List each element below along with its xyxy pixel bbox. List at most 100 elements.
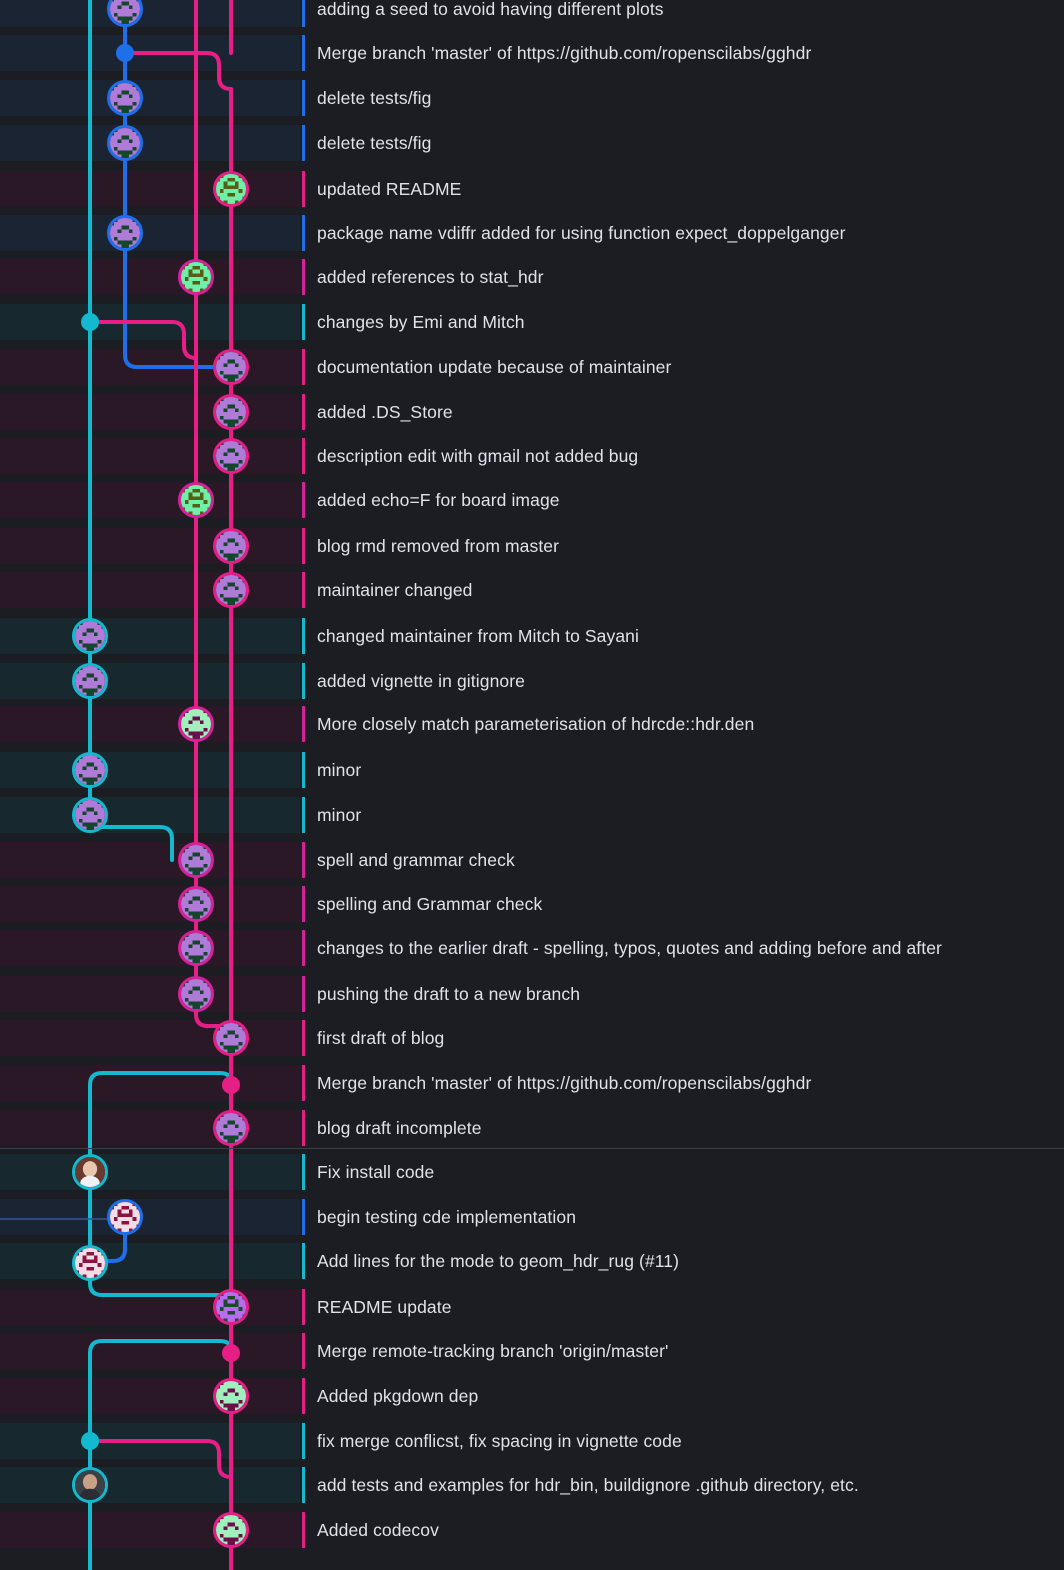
commit-message[interactable]: minor bbox=[317, 797, 361, 833]
commit-row[interactable]: Merge branch 'master' of https://github.… bbox=[0, 1065, 1064, 1101]
commit-row[interactable]: changes by Emi and Mitch bbox=[0, 304, 1064, 340]
commit-author-avatar[interactable] bbox=[213, 349, 249, 385]
commit-author-avatar[interactable] bbox=[213, 528, 249, 564]
commit-author-avatar[interactable] bbox=[178, 482, 214, 518]
commit-message[interactable]: spelling and Grammar check bbox=[317, 886, 542, 922]
commit-message[interactable]: Added pkgdown dep bbox=[317, 1378, 478, 1414]
commit-message[interactable]: Fix install code bbox=[317, 1154, 434, 1190]
commit-author-avatar[interactable] bbox=[213, 1289, 249, 1325]
commit-author-avatar[interactable] bbox=[178, 706, 214, 742]
commit-author-avatar[interactable] bbox=[213, 572, 249, 608]
commit-author-avatar[interactable] bbox=[178, 886, 214, 922]
commit-message[interactable]: Added codecov bbox=[317, 1512, 439, 1548]
commit-author-avatar[interactable] bbox=[213, 1378, 249, 1414]
commit-row[interactable]: Added codecov bbox=[0, 1512, 1064, 1548]
commit-row[interactable]: Add lines for the mode to geom_hdr_rug (… bbox=[0, 1243, 1064, 1279]
commit-author-avatar[interactable] bbox=[72, 1467, 108, 1503]
commit-message[interactable]: README update bbox=[317, 1289, 452, 1325]
commit-row[interactable]: changes to the earlier draft - spelling,… bbox=[0, 930, 1064, 966]
merge-commit-dot[interactable] bbox=[222, 1344, 240, 1362]
commit-message[interactable]: More closely match parameterisation of h… bbox=[317, 706, 754, 742]
commit-author-avatar[interactable] bbox=[72, 663, 108, 699]
merge-commit-dot[interactable] bbox=[116, 44, 134, 62]
commit-row[interactable]: updated README bbox=[0, 171, 1064, 207]
merge-commit-dot[interactable] bbox=[81, 313, 99, 331]
commit-author-avatar[interactable] bbox=[72, 618, 108, 654]
commit-author-avatar[interactable] bbox=[107, 1199, 143, 1235]
commit-message[interactable]: changes by Emi and Mitch bbox=[317, 304, 525, 340]
commit-row[interactable]: blog draft incomplete bbox=[0, 1110, 1064, 1146]
commit-author-avatar[interactable] bbox=[213, 394, 249, 430]
commit-row[interactable]: add tests and examples for hdr_bin, buil… bbox=[0, 1467, 1064, 1503]
commit-row[interactable]: changed maintainer from Mitch to Sayani bbox=[0, 618, 1064, 654]
commit-message[interactable]: documentation update because of maintain… bbox=[317, 349, 671, 385]
commit-row[interactable]: added vignette in gitignore bbox=[0, 663, 1064, 699]
commit-row[interactable]: minor bbox=[0, 797, 1064, 833]
commit-row[interactable]: package name vdiffr added for using func… bbox=[0, 215, 1064, 251]
commit-message[interactable]: maintainer changed bbox=[317, 572, 473, 608]
commit-row[interactable]: spell and grammar check bbox=[0, 842, 1064, 878]
commit-author-avatar[interactable] bbox=[213, 1110, 249, 1146]
commit-row[interactable]: maintainer changed bbox=[0, 572, 1064, 608]
commit-message[interactable]: Merge branch 'master' of https://github.… bbox=[317, 1065, 811, 1101]
commit-row[interactable]: documentation update because of maintain… bbox=[0, 349, 1064, 385]
commit-message[interactable]: blog rmd removed from master bbox=[317, 528, 559, 564]
commit-author-avatar[interactable] bbox=[107, 215, 143, 251]
commit-message[interactable]: added echo=F for board image bbox=[317, 482, 560, 518]
commit-row[interactable]: Merge remote-tracking branch 'origin/mas… bbox=[0, 1333, 1064, 1369]
commit-message[interactable]: added references to stat_hdr bbox=[317, 259, 544, 295]
commit-message[interactable]: adding a seed to avoid having different … bbox=[317, 0, 664, 27]
commit-author-avatar[interactable] bbox=[72, 752, 108, 788]
commit-author-avatar[interactable] bbox=[72, 1154, 108, 1190]
commit-message[interactable]: changed maintainer from Mitch to Sayani bbox=[317, 618, 639, 654]
commit-author-avatar[interactable] bbox=[178, 842, 214, 878]
commit-list[interactable]: adding a seed to avoid having different … bbox=[0, 0, 1064, 1570]
commit-author-avatar[interactable] bbox=[178, 930, 214, 966]
commit-message[interactable]: blog draft incomplete bbox=[317, 1110, 482, 1146]
commit-message[interactable]: pushing the draft to a new branch bbox=[317, 976, 580, 1012]
commit-author-avatar[interactable] bbox=[107, 80, 143, 116]
commit-message[interactable]: Merge remote-tracking branch 'origin/mas… bbox=[317, 1333, 669, 1369]
commit-row[interactable]: Fix install code bbox=[0, 1154, 1064, 1190]
commit-row[interactable]: adding a seed to avoid having different … bbox=[0, 0, 1064, 27]
commit-message[interactable]: added vignette in gitignore bbox=[317, 663, 525, 699]
commit-message[interactable]: fix merge conflicst, fix spacing in vign… bbox=[317, 1423, 682, 1459]
commit-message[interactable]: updated README bbox=[317, 171, 461, 207]
commit-author-avatar[interactable] bbox=[213, 438, 249, 474]
commit-row[interactable]: fix merge conflicst, fix spacing in vign… bbox=[0, 1423, 1064, 1459]
commit-row[interactable]: Merge branch 'master' of https://github.… bbox=[0, 35, 1064, 71]
merge-commit-dot[interactable] bbox=[222, 1076, 240, 1094]
commit-message[interactable]: added .DS_Store bbox=[317, 394, 453, 430]
commit-author-avatar[interactable] bbox=[213, 171, 249, 207]
commit-author-avatar[interactable] bbox=[72, 797, 108, 833]
commit-message[interactable]: delete tests/fig bbox=[317, 125, 431, 161]
commit-message[interactable]: Merge branch 'master' of https://github.… bbox=[317, 35, 811, 71]
commit-row[interactable]: minor bbox=[0, 752, 1064, 788]
commit-author-avatar[interactable] bbox=[178, 976, 214, 1012]
commit-message[interactable]: Add lines for the mode to geom_hdr_rug (… bbox=[317, 1243, 679, 1279]
commit-message[interactable]: description edit with gmail not added bu… bbox=[317, 438, 638, 474]
commit-row[interactable]: added .DS_Store bbox=[0, 394, 1064, 430]
commit-row[interactable]: More closely match parameterisation of h… bbox=[0, 706, 1064, 742]
commit-author-avatar[interactable] bbox=[213, 1020, 249, 1056]
commit-message[interactable]: add tests and examples for hdr_bin, buil… bbox=[317, 1467, 859, 1503]
commit-author-avatar[interactable] bbox=[213, 1512, 249, 1548]
commit-message[interactable]: delete tests/fig bbox=[317, 80, 431, 116]
commit-message[interactable]: minor bbox=[317, 752, 361, 788]
commit-row[interactable]: delete tests/fig bbox=[0, 125, 1064, 161]
commit-row[interactable]: README update bbox=[0, 1289, 1064, 1325]
commit-author-avatar[interactable] bbox=[107, 0, 143, 27]
commit-message[interactable]: spell and grammar check bbox=[317, 842, 515, 878]
commit-row[interactable]: delete tests/fig bbox=[0, 80, 1064, 116]
commit-row[interactable]: added echo=F for board image bbox=[0, 482, 1064, 518]
commit-author-avatar[interactable] bbox=[72, 1245, 108, 1281]
commit-row[interactable]: spelling and Grammar check bbox=[0, 886, 1064, 922]
commit-row[interactable]: first draft of blog bbox=[0, 1020, 1064, 1056]
commit-row[interactable]: added references to stat_hdr bbox=[0, 259, 1064, 295]
commit-message[interactable]: begin testing cde implementation bbox=[317, 1199, 576, 1235]
commit-row[interactable]: begin testing cde implementation bbox=[0, 1199, 1064, 1235]
merge-commit-dot[interactable] bbox=[81, 1432, 99, 1450]
commit-message[interactable]: package name vdiffr added for using func… bbox=[317, 215, 846, 251]
commit-row[interactable]: blog rmd removed from master bbox=[0, 528, 1064, 564]
commit-row[interactable]: description edit with gmail not added bu… bbox=[0, 438, 1064, 474]
